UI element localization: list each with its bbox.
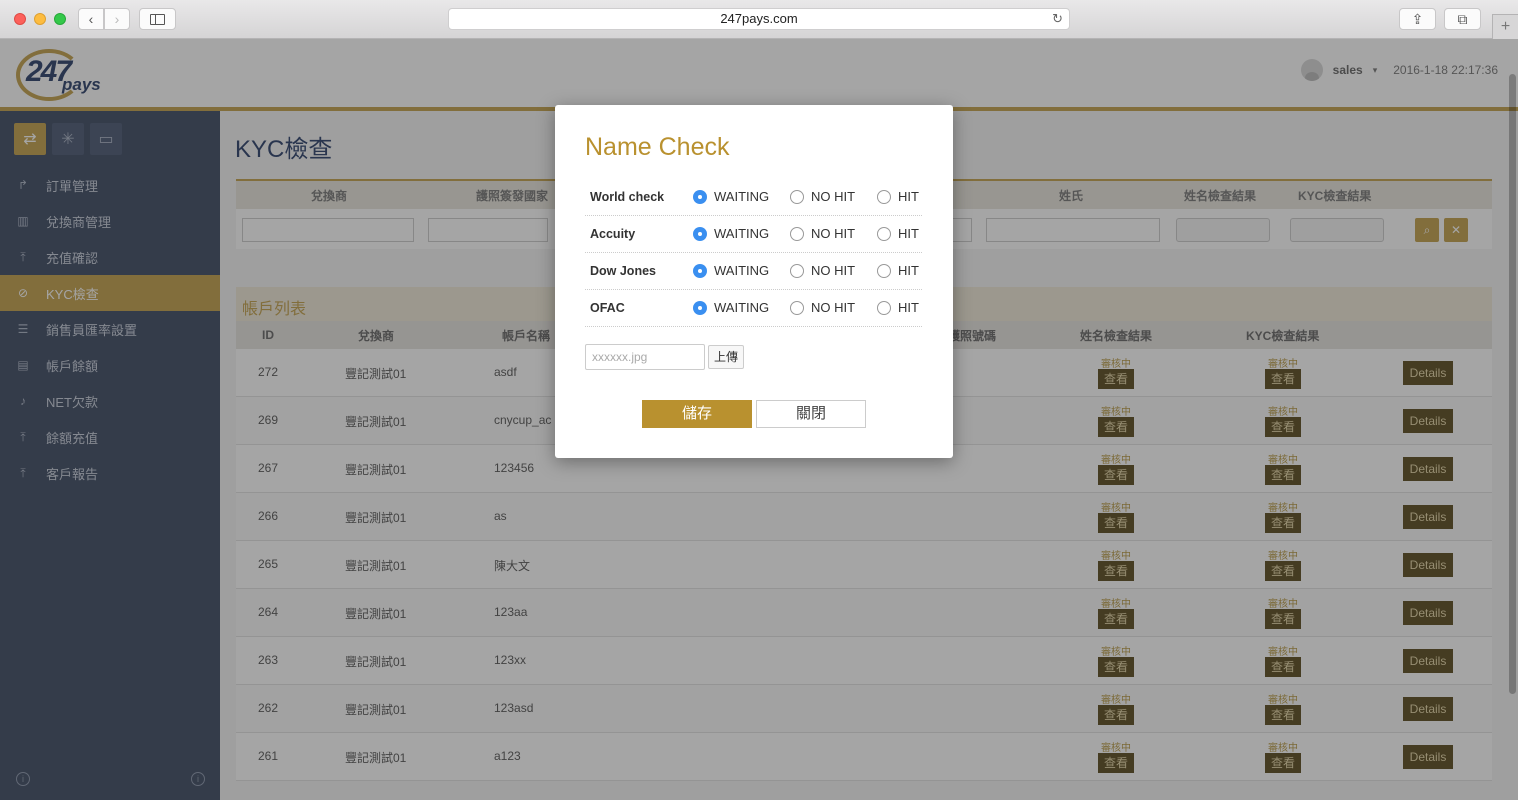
check-label: World check bbox=[590, 190, 665, 204]
radio-option[interactable]: WAITING bbox=[693, 300, 769, 315]
chevron-left-icon: ‹ bbox=[88, 11, 94, 27]
radio-option[interactable]: HIT bbox=[877, 189, 919, 204]
new-tab-button[interactable]: + bbox=[1492, 14, 1518, 39]
back-button[interactable]: ‹ bbox=[78, 8, 104, 30]
check-label: Dow Jones bbox=[590, 264, 656, 278]
radio-button[interactable] bbox=[877, 263, 891, 278]
radio-option[interactable]: HIT bbox=[877, 300, 919, 315]
radio-button[interactable] bbox=[693, 300, 707, 315]
radio-button[interactable] bbox=[877, 189, 891, 204]
radio-label: WAITING bbox=[714, 189, 770, 204]
radio-label: WAITING bbox=[714, 300, 770, 315]
save-button[interactable]: 儲存 bbox=[642, 400, 752, 428]
upload-button[interactable]: 上傳 bbox=[708, 345, 744, 369]
reload-icon[interactable]: ↻ bbox=[1052, 9, 1063, 29]
share-icon: ⇪ bbox=[1411, 10, 1424, 27]
dialog-title: Name Check bbox=[585, 133, 730, 161]
radio-label: NO HIT bbox=[811, 189, 856, 204]
radio-option[interactable]: NO HIT bbox=[790, 226, 855, 241]
window-zoom-button[interactable] bbox=[54, 13, 66, 25]
tabs-icon: ⧉ bbox=[1457, 10, 1468, 27]
sidebar-toggle-button[interactable] bbox=[139, 8, 176, 30]
radio-button[interactable] bbox=[790, 263, 804, 278]
address-bar[interactable]: 247pays.com ↻ bbox=[448, 8, 1070, 30]
radio-button[interactable] bbox=[877, 300, 891, 315]
radio-option[interactable]: HIT bbox=[877, 226, 919, 241]
page-scrollbar[interactable] bbox=[1509, 74, 1516, 694]
radio-label: HIT bbox=[898, 226, 919, 241]
radio-option[interactable]: NO HIT bbox=[790, 300, 855, 315]
check-row: OFAC WAITING NO HIT HIT bbox=[585, 290, 922, 327]
radio-option[interactable]: NO HIT bbox=[790, 189, 855, 204]
radio-button[interactable] bbox=[693, 189, 707, 204]
radio-button[interactable] bbox=[790, 226, 804, 241]
window-close-button[interactable] bbox=[14, 13, 26, 25]
sidebar-icon bbox=[150, 13, 165, 25]
radio-button[interactable] bbox=[693, 226, 707, 241]
chevron-right-icon: › bbox=[114, 11, 120, 27]
radio-option[interactable]: WAITING bbox=[693, 226, 769, 241]
radio-label: HIT bbox=[898, 263, 919, 278]
radio-button[interactable] bbox=[790, 300, 804, 315]
radio-button[interactable] bbox=[693, 263, 707, 278]
radio-button[interactable] bbox=[877, 226, 891, 241]
check-row: World check WAITING NO HIT HIT bbox=[585, 179, 922, 216]
radio-label: NO HIT bbox=[811, 263, 856, 278]
forward-button[interactable]: › bbox=[104, 8, 130, 30]
radio-button[interactable] bbox=[790, 189, 804, 204]
check-label: OFAC bbox=[590, 301, 625, 315]
show-tabs-button[interactable]: ⧉ bbox=[1444, 8, 1481, 30]
radio-label: NO HIT bbox=[811, 300, 856, 315]
url-text: 247pays.com bbox=[720, 11, 798, 26]
radio-option[interactable]: NO HIT bbox=[790, 263, 855, 278]
name-check-dialog: Name Check World check WAITING NO HIT HIT Ac… bbox=[555, 105, 953, 458]
radio-label: HIT bbox=[898, 189, 919, 204]
check-row: Dow Jones WAITING NO HIT HIT bbox=[585, 253, 922, 290]
share-button[interactable]: ⇪ bbox=[1399, 8, 1436, 30]
check-label: Accuity bbox=[590, 227, 636, 241]
radio-label: NO HIT bbox=[811, 226, 856, 241]
file-name-input[interactable]: xxxxxx.jpg bbox=[585, 344, 705, 370]
check-row: Accuity WAITING NO HIT HIT bbox=[585, 216, 922, 253]
radio-option[interactable]: HIT bbox=[877, 263, 919, 278]
window-minimize-button[interactable] bbox=[34, 13, 46, 25]
radio-label: WAITING bbox=[714, 226, 770, 241]
radio-option[interactable]: WAITING bbox=[693, 263, 769, 278]
radio-label: WAITING bbox=[714, 263, 770, 278]
radio-option[interactable]: WAITING bbox=[693, 189, 769, 204]
radio-label: HIT bbox=[898, 300, 919, 315]
browser-toolbar: ‹ › 247pays.com ↻ ⇪ ⧉ + bbox=[0, 0, 1518, 39]
name-check-list: World check WAITING NO HIT HIT Accuity WAITIN… bbox=[585, 179, 922, 327]
close-button[interactable]: 關閉 bbox=[756, 400, 866, 428]
